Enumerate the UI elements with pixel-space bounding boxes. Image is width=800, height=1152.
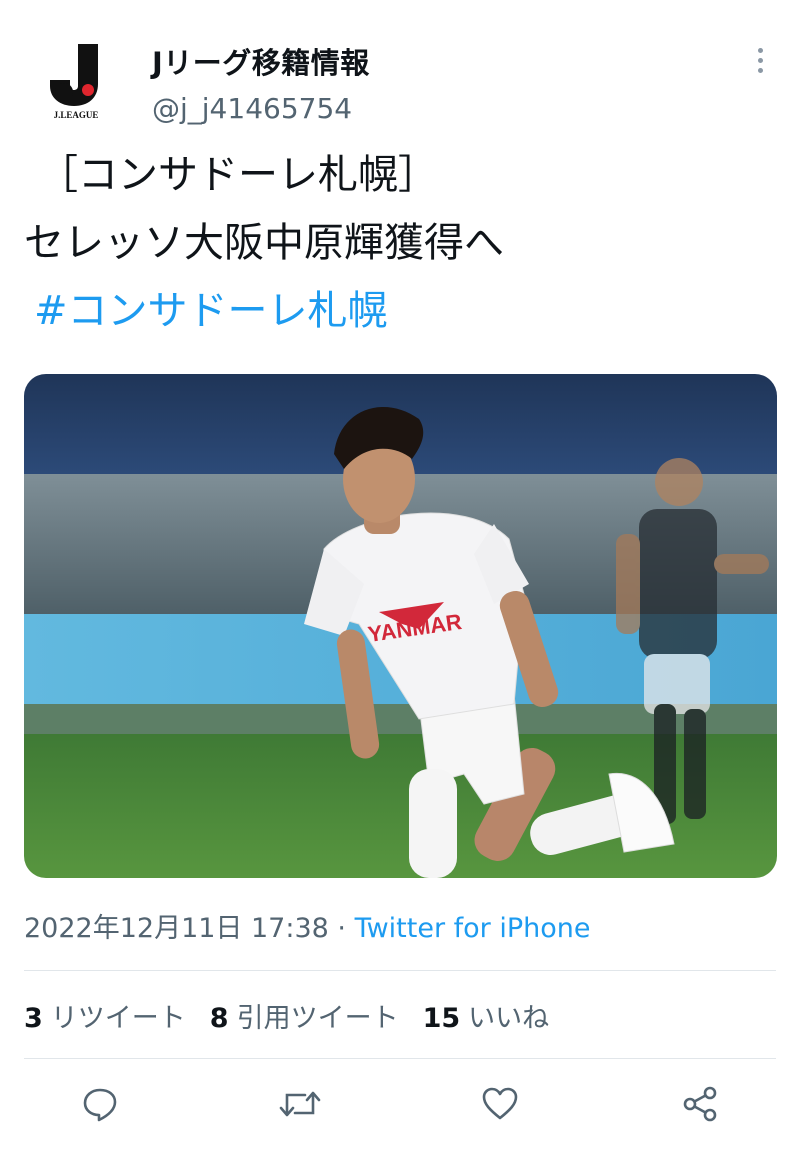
retweets-stat[interactable]: 3 リツイート	[24, 996, 186, 1035]
user-handle[interactable]: @j_j41465754	[152, 92, 352, 125]
retweet-button[interactable]	[278, 1082, 322, 1126]
source-link[interactable]: Twitter for iPhone	[355, 913, 591, 944]
divider	[24, 1058, 776, 1059]
tweet-card: J.LEAGUE Jリーグ移籍情報 @j_j41465754 ［コンサドーレ札幌…	[0, 0, 800, 1152]
display-name[interactable]: Jリーグ移籍情報	[152, 40, 370, 82]
more-vertical-icon[interactable]	[748, 44, 772, 76]
share-icon	[683, 1086, 717, 1122]
reply-icon	[83, 1088, 117, 1122]
meta-separator: ·	[328, 913, 355, 944]
divider	[24, 970, 776, 971]
tweet-meta: 2022年12月11日 17:38 · Twitter for iPhone	[24, 906, 591, 945]
tweet-photo[interactable]: YANMAR	[24, 374, 777, 878]
reply-button[interactable]	[78, 1082, 122, 1126]
like-icon	[482, 1087, 518, 1120]
svg-text:J.LEAGUE: J.LEAGUE	[54, 110, 99, 120]
hashtag-link[interactable]: #コンサドーレ札幌	[34, 284, 388, 338]
share-button[interactable]	[678, 1082, 722, 1126]
timestamp[interactable]: 2022年12月11日 17:38	[24, 913, 329, 944]
tweet-text-line-2: セレッソ大阪中原輝獲得へ	[24, 220, 504, 266]
tweet-text-line-1: ［コンサドーレ札幌］	[38, 152, 438, 198]
retweet-icon	[279, 1091, 321, 1117]
tweet-stats: 3 リツイート 8 引用ツイート 15 いいね	[24, 996, 573, 1035]
avatar[interactable]: J.LEAGUE	[40, 40, 112, 120]
likes-stat[interactable]: 15 いいね	[423, 996, 550, 1035]
j-league-logo: J.LEAGUE	[50, 44, 99, 120]
quotes-stat[interactable]: 8 引用ツイート	[210, 996, 399, 1035]
like-button[interactable]	[478, 1082, 522, 1126]
